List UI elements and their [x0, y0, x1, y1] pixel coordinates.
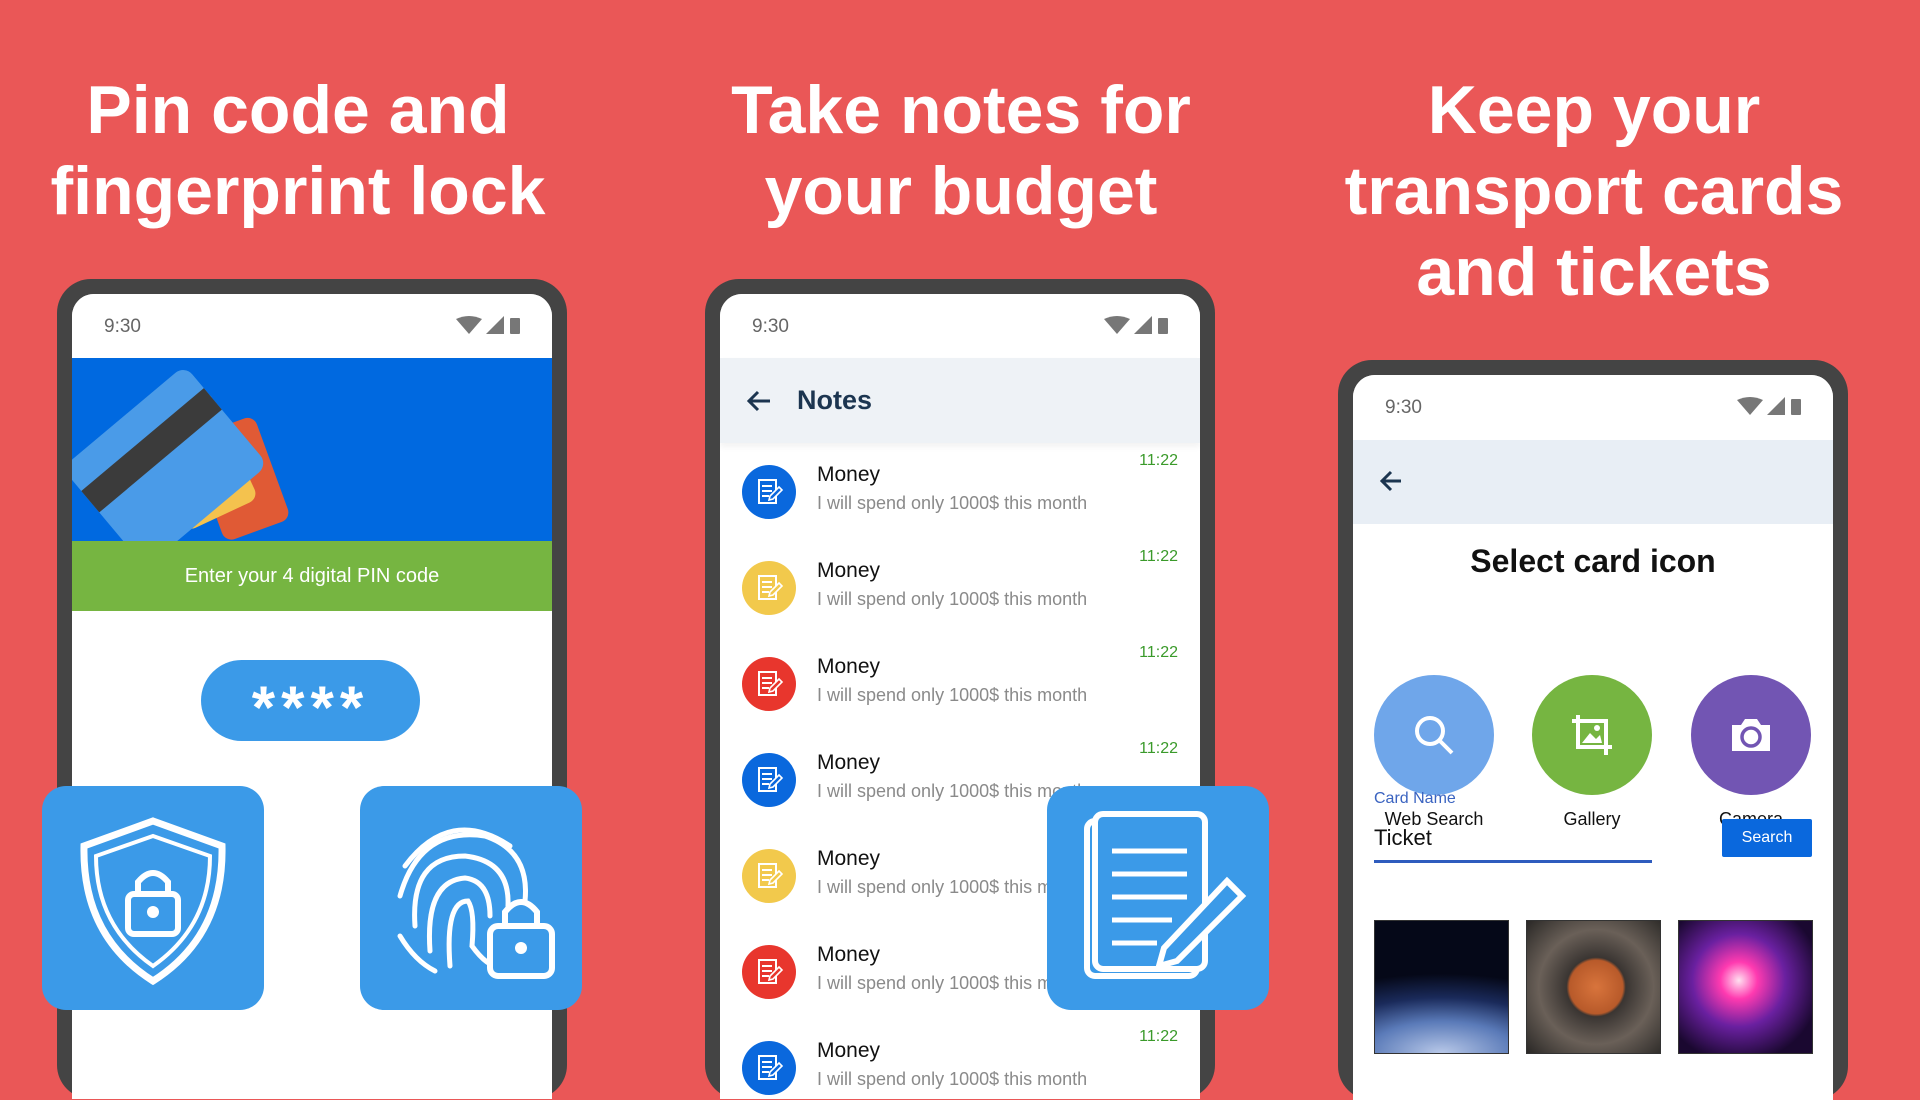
image-basketball[interactable]: [1526, 920, 1661, 1054]
card-screen: 9:30 Select card icon Web Search Gallery…: [1353, 375, 1833, 1100]
pin-prompt-bar: Enter your 4 digital PIN code: [72, 541, 552, 611]
note-edit-icon: [758, 863, 784, 888]
status-bar: 9:30: [1353, 375, 1833, 440]
note-avatar: [742, 561, 796, 615]
notes-title: Notes: [797, 385, 873, 415]
fingerprint-lock-icon: [397, 827, 555, 979]
note-edit-icon: [758, 1055, 784, 1080]
note-title: Money: [817, 847, 881, 870]
search-button[interactable]: Search: [1722, 819, 1812, 857]
fingerprint-lock-tile: [360, 786, 582, 1010]
note-subtitle: I will spend only 1000$ this month: [817, 685, 1088, 705]
note-title: Money: [817, 751, 881, 774]
card-header: [1353, 440, 1833, 524]
headline-cards: Keep your transport cards and tickets: [1344, 72, 1844, 310]
notes-header: Notes: [720, 358, 1200, 443]
status-bar: 9:30: [720, 294, 1200, 358]
image-earth[interactable]: [1374, 920, 1509, 1054]
note-title: Money: [817, 655, 881, 678]
image-neon-burst[interactable]: [1678, 920, 1813, 1054]
note-edit-icon: [758, 575, 784, 600]
note-avatar: [742, 657, 796, 711]
status-icons: [1104, 316, 1168, 334]
shield-lock-icon: [80, 817, 226, 986]
note-list-item[interactable]: Money I will spend only 1000$ this month…: [720, 1019, 1200, 1099]
note-edit-icon: [758, 671, 784, 696]
crop-image-icon: [1572, 715, 1612, 755]
note-title: Money: [817, 1039, 881, 1062]
note-subtitle: I will spend only 1000$ this month: [817, 589, 1088, 609]
notes-tile: [1047, 786, 1269, 1010]
note-time: 11:22: [1139, 740, 1178, 757]
note-list-item[interactable]: Money I will spend only 1000$ this month…: [720, 539, 1200, 635]
pin-banner: [72, 358, 552, 541]
pin-input[interactable]: ****: [201, 660, 420, 741]
option-gallery[interactable]: Gallery: [1532, 675, 1652, 830]
card-name-label: Card Name: [1374, 790, 1456, 807]
option-camera[interactable]: Camera: [1691, 675, 1811, 830]
note-subtitle: I will spend only 1000$ this month: [817, 493, 1088, 513]
status-icons: [1737, 397, 1801, 415]
note-edit-icon: [758, 767, 784, 792]
note-avatar: [742, 753, 796, 807]
card-name-input[interactable]: Ticket: [1374, 815, 1652, 863]
search-icon: [1415, 716, 1454, 755]
note-edit-icon: [758, 959, 784, 984]
phone-cards: 9:30 Select card icon Web Search Gallery…: [1338, 360, 1848, 1100]
note-avatar: [742, 1041, 796, 1095]
headline-pin: Pin code and fingerprint lock: [50, 72, 546, 229]
back-arrow-icon[interactable]: [1379, 470, 1403, 492]
note-time: 11:22: [1139, 644, 1178, 661]
note-title: Money: [817, 463, 881, 486]
cards-illustration: [72, 370, 289, 541]
note-avatar: [742, 849, 796, 903]
note-title: Money: [817, 559, 881, 582]
note-edit-icon: [758, 479, 784, 504]
note-time: 11:22: [1139, 1028, 1178, 1045]
note-time: 11:22: [1139, 452, 1178, 469]
note-title: Money: [817, 943, 881, 966]
note-edit-icon: [1084, 811, 1247, 979]
note-list-item[interactable]: Money I will spend only 1000$ this month…: [720, 443, 1200, 539]
camera-icon: [1732, 719, 1770, 751]
note-list-item[interactable]: Money I will spend only 1000$ this month…: [720, 635, 1200, 731]
select-card-title: Select card icon: [1470, 543, 1716, 579]
note-avatar: [742, 465, 796, 519]
headline-notes: Take notes for your budget: [731, 72, 1191, 229]
back-arrow-icon[interactable]: [746, 390, 772, 412]
note-avatar: [742, 945, 796, 999]
status-icons: [456, 316, 520, 334]
status-bar: 9:30: [72, 294, 552, 358]
shield-lock-tile: [42, 786, 264, 1010]
note-time: 11:22: [1139, 548, 1178, 565]
